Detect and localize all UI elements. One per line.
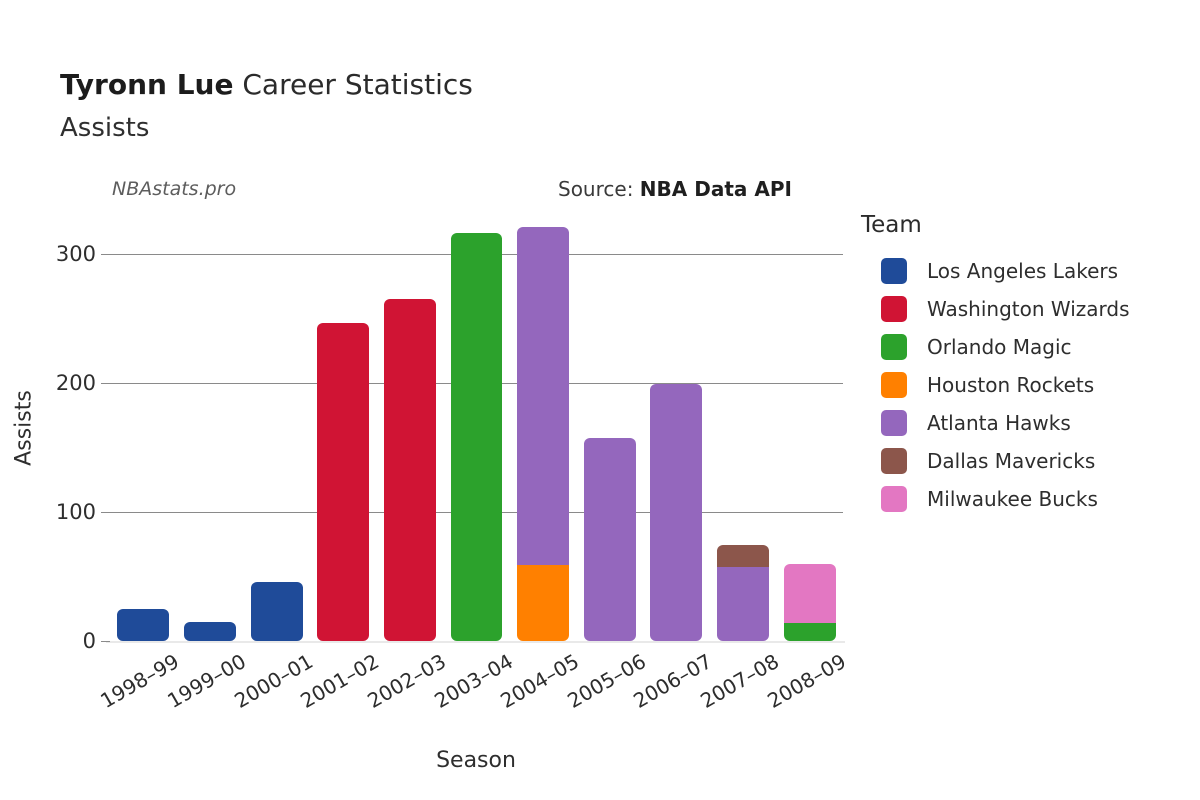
legend-title: Team — [861, 212, 922, 238]
y-tick-label: 300 — [55, 241, 96, 266]
legend-swatch-icon — [881, 372, 907, 398]
bar-segment[interactable] — [383, 298, 436, 641]
source-name: NBA Data API — [639, 177, 792, 201]
y-axis-label: Assists — [11, 390, 37, 466]
y-tick-mark — [101, 253, 110, 255]
bar-segment[interactable] — [783, 622, 836, 641]
bar-segment[interactable] — [450, 233, 503, 641]
page-title-suffix: Career Statistics — [233, 68, 473, 101]
legend-swatch-icon — [881, 448, 907, 474]
legend: Team Los Angeles Lakers Washington Wizard… — [861, 212, 1191, 518]
y-tick-mark — [101, 641, 110, 642]
legend-item[interactable]: Atlanta Hawks — [861, 404, 1191, 442]
bar-group[interactable] — [383, 215, 436, 641]
page-title: Tyronn Lue Career Statistics — [60, 68, 473, 101]
bar-group[interactable] — [450, 215, 503, 641]
bar-segment[interactable] — [517, 564, 570, 641]
legend-item[interactable]: Los Angeles Lakers — [861, 252, 1191, 290]
bar-segment[interactable] — [183, 621, 236, 641]
bar-segment[interactable] — [583, 438, 636, 641]
bar-segment[interactable] — [717, 545, 770, 568]
legend-item-label: Orlando Magic — [927, 335, 1072, 359]
legend-item[interactable]: Washington Wizards — [861, 290, 1191, 328]
page-title-player: Tyronn Lue — [60, 68, 234, 101]
plot-area: 0 100 200 300 1998–99 1999–00 2000–01 2001–02 2… — [12, 215, 850, 773]
source-note: Source: NBA Data API — [558, 177, 792, 201]
legend-items: Los Angeles Lakers Washington Wizards Orla… — [861, 252, 1191, 518]
legend-item-label: Dallas Mavericks — [927, 449, 1096, 473]
page-subtitle: Assists — [60, 113, 150, 143]
legend-item[interactable]: Orlando Magic — [861, 328, 1191, 366]
bar-group[interactable] — [183, 215, 236, 641]
legend-swatch-icon — [881, 334, 907, 360]
legend-swatch-icon — [881, 410, 907, 436]
bar-segment[interactable] — [517, 226, 570, 565]
legend-item[interactable]: Dallas Mavericks — [861, 442, 1191, 480]
y-tick-mark — [101, 382, 110, 384]
legend-item-label: Houston Rockets — [927, 373, 1095, 397]
legend-item[interactable]: Houston Rockets — [861, 366, 1191, 404]
y-tick-label: 0 — [82, 629, 96, 653]
legend-swatch-icon — [881, 296, 907, 322]
bar-group[interactable] — [717, 215, 770, 641]
legend-item[interactable]: Milwaukee Bucks — [861, 480, 1191, 518]
bar-segment[interactable] — [650, 384, 703, 641]
x-axis-label: Season — [436, 748, 516, 773]
bar-segment[interactable] — [783, 563, 836, 623]
bar-segment[interactable] — [117, 608, 170, 641]
bar-segment[interactable] — [717, 567, 770, 641]
legend-swatch-icon — [881, 258, 907, 284]
y-tick-label: 100 — [55, 499, 96, 524]
bar-segment[interactable] — [317, 323, 370, 641]
legend-item-label: Milwaukee Bucks — [927, 487, 1098, 511]
chart-page: Tyronn Lue Career Statistics Assists NBA… — [0, 0, 1200, 800]
bar-segment[interactable] — [250, 581, 303, 641]
legend-item-label: Washington Wizards — [927, 297, 1130, 321]
bar-group[interactable] — [583, 215, 636, 641]
y-tick-mark — [101, 511, 110, 513]
legend-item-label: Atlanta Hawks — [927, 411, 1071, 435]
x-axis-line — [106, 641, 845, 643]
bar-group[interactable] — [117, 215, 170, 641]
legend-item-label: Los Angeles Lakers — [927, 259, 1119, 283]
source-prefix: Source: — [558, 177, 640, 201]
y-tick-label: 200 — [55, 370, 96, 395]
bar-group[interactable] — [650, 215, 703, 641]
watermark: NBAstats.pro — [112, 178, 237, 200]
bar-group[interactable] — [783, 215, 836, 641]
legend-swatch-icon — [881, 486, 907, 512]
bar-group[interactable] — [517, 215, 570, 641]
bar-group[interactable] — [250, 215, 303, 641]
bar-group[interactable] — [317, 215, 370, 641]
